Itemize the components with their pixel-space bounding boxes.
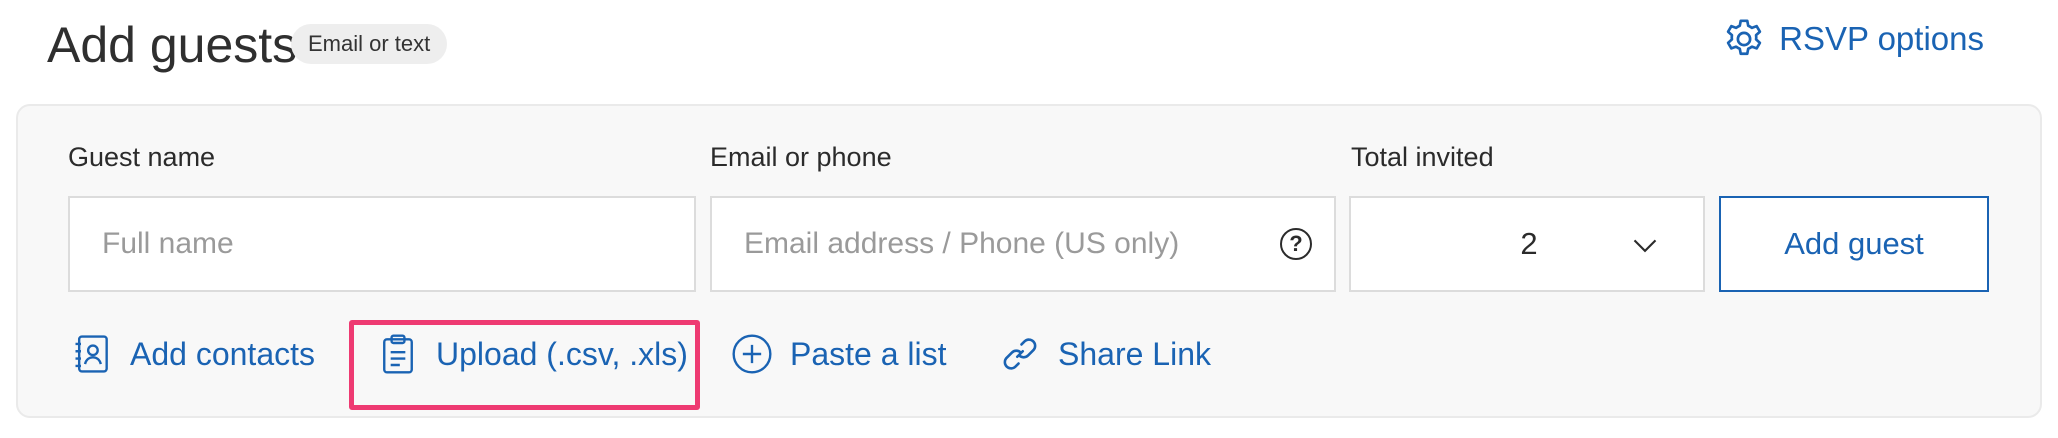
link-icon (1003, 338, 1037, 370)
rsvp-options-label: RSVP options (1779, 20, 1984, 57)
email-phone-label: Email or phone (710, 142, 892, 172)
add-contacts-link[interactable]: Add contacts (70, 326, 315, 382)
paste-list-label: Paste a list (790, 335, 947, 372)
total-invited-select[interactable]: 2 (1349, 196, 1705, 292)
paste-list-link[interactable]: Paste a list (730, 326, 947, 382)
chevron-down-icon (1633, 239, 1657, 253)
email-or-text-badge: Email or text (291, 24, 448, 64)
guest-name-label: Guest name (68, 142, 216, 172)
email-phone-input[interactable]: Email address / Phone (US only) ? (710, 196, 1336, 292)
rsvp-options-link[interactable]: RSVP options (1721, 16, 1984, 62)
add-guest-button[interactable]: Add guest (1719, 196, 1989, 292)
total-invited-label: Total invited (1351, 142, 1494, 172)
gear-icon (1726, 19, 1762, 56)
help-icon[interactable]: ? (1280, 228, 1312, 260)
guest-name-input[interactable]: Full name (68, 196, 696, 292)
page-title: Add guests (47, 17, 298, 73)
guest-name-placeholder: Full name (102, 227, 234, 260)
share-link-link[interactable]: Share Link (998, 326, 1211, 382)
add-guest-panel: Guest name Email or phone Total invited … (16, 104, 2042, 418)
plus-circle-icon (732, 334, 772, 374)
add-contacts-label: Add contacts (130, 335, 315, 372)
upload-highlight-frame (349, 320, 700, 410)
contact-book-icon (75, 335, 108, 373)
share-link-label: Share Link (1058, 335, 1211, 372)
email-phone-placeholder: Email address / Phone (US only) (744, 227, 1180, 260)
